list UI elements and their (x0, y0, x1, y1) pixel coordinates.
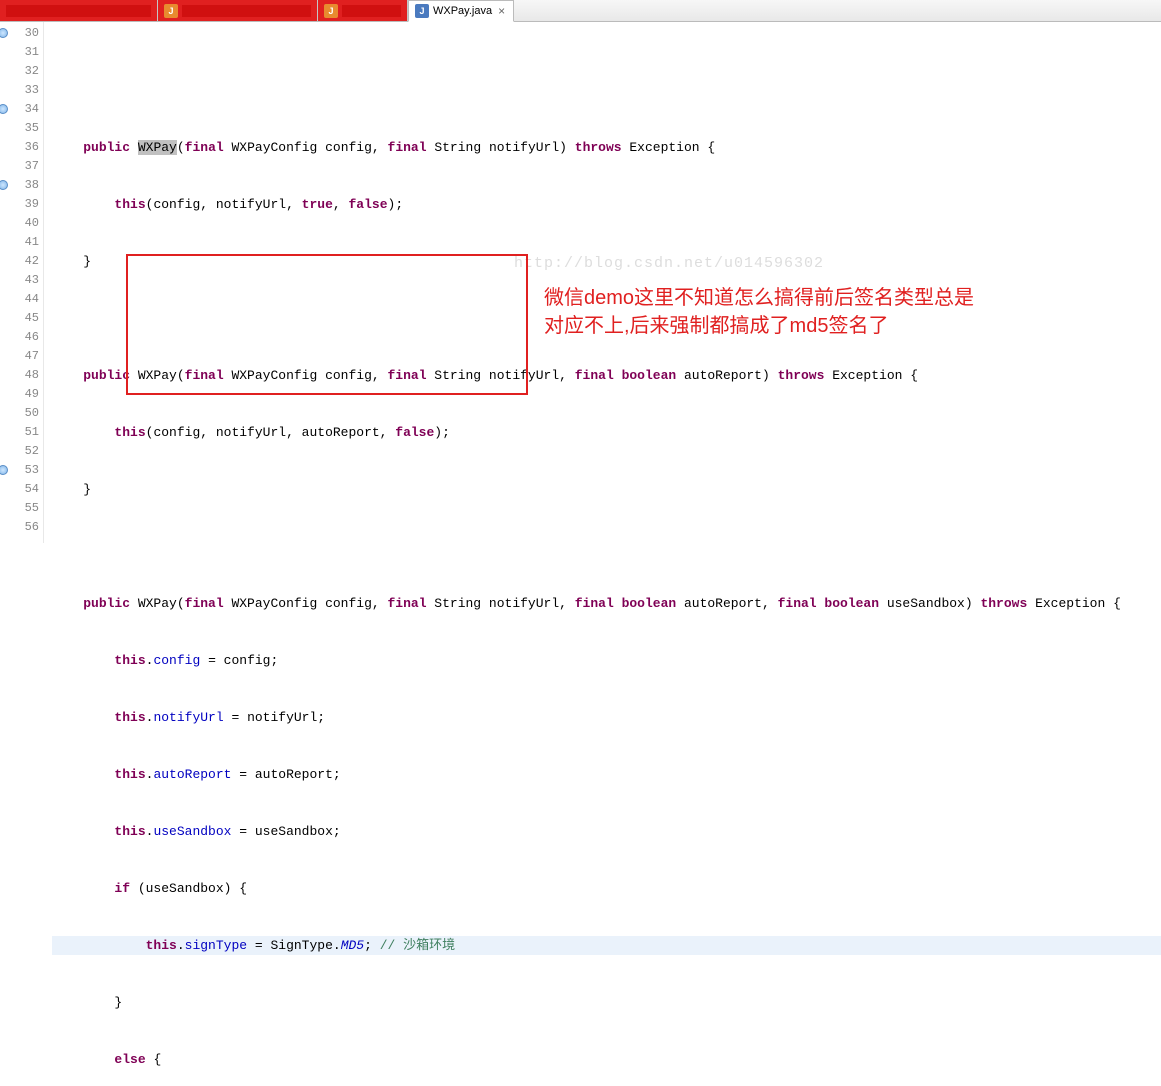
close-icon[interactable]: × (496, 4, 507, 18)
code-line: this(config, notifyUrl, autoReport, fals… (52, 423, 1161, 442)
code-editor[interactable]: 3031323334353637383940414243444546474849… (0, 22, 1161, 543)
code-line: this.config = config; (52, 651, 1161, 670)
code-line: } (52, 480, 1161, 499)
code-line: this.autoReport = autoReport; (52, 765, 1161, 784)
java-file-icon: J (164, 4, 178, 18)
tab-wxpay[interactable]: J WXPay.java × (408, 0, 514, 22)
code-line: else { (52, 1050, 1161, 1069)
code-line (52, 537, 1161, 556)
code-line: if (useSandbox) { (52, 879, 1161, 898)
tab-redacted-1[interactable] (0, 0, 158, 21)
line-number-gutter: 3031323334353637383940414243444546474849… (0, 22, 44, 543)
tab-label: WXPay.java (433, 5, 492, 17)
code-line: public WXPay(final WXPayConfig config, f… (52, 366, 1161, 385)
code-line: this.useSandbox = useSandbox; (52, 822, 1161, 841)
code-line: public WXPay(final WXPayConfig config, f… (52, 138, 1161, 157)
java-file-icon: J (415, 4, 429, 18)
tab-redacted-3[interactable]: J (318, 0, 408, 21)
java-file-icon: J (324, 4, 338, 18)
code-line: } (52, 993, 1161, 1012)
tab-redacted-2[interactable]: J (158, 0, 318, 21)
code-line: this(config, notifyUrl, true, false); (52, 195, 1161, 214)
code-area[interactable]: http://blog.csdn.net/u014596302 微信demo这里… (44, 22, 1161, 543)
code-line: this.notifyUrl = notifyUrl; (52, 708, 1161, 727)
tab-bar: J J J WXPay.java × (0, 0, 1161, 22)
code-line: public WXPay(final WXPayConfig config, f… (52, 594, 1161, 613)
annotation-text: 微信demo这里不知道怎么搞得前后签名类型总是 对应不上,后来强制都搞成了md5… (544, 284, 1161, 340)
code-line: } (52, 252, 1161, 271)
code-line: this.signType = SignType.MD5; // 沙箱环境 (52, 936, 1161, 955)
